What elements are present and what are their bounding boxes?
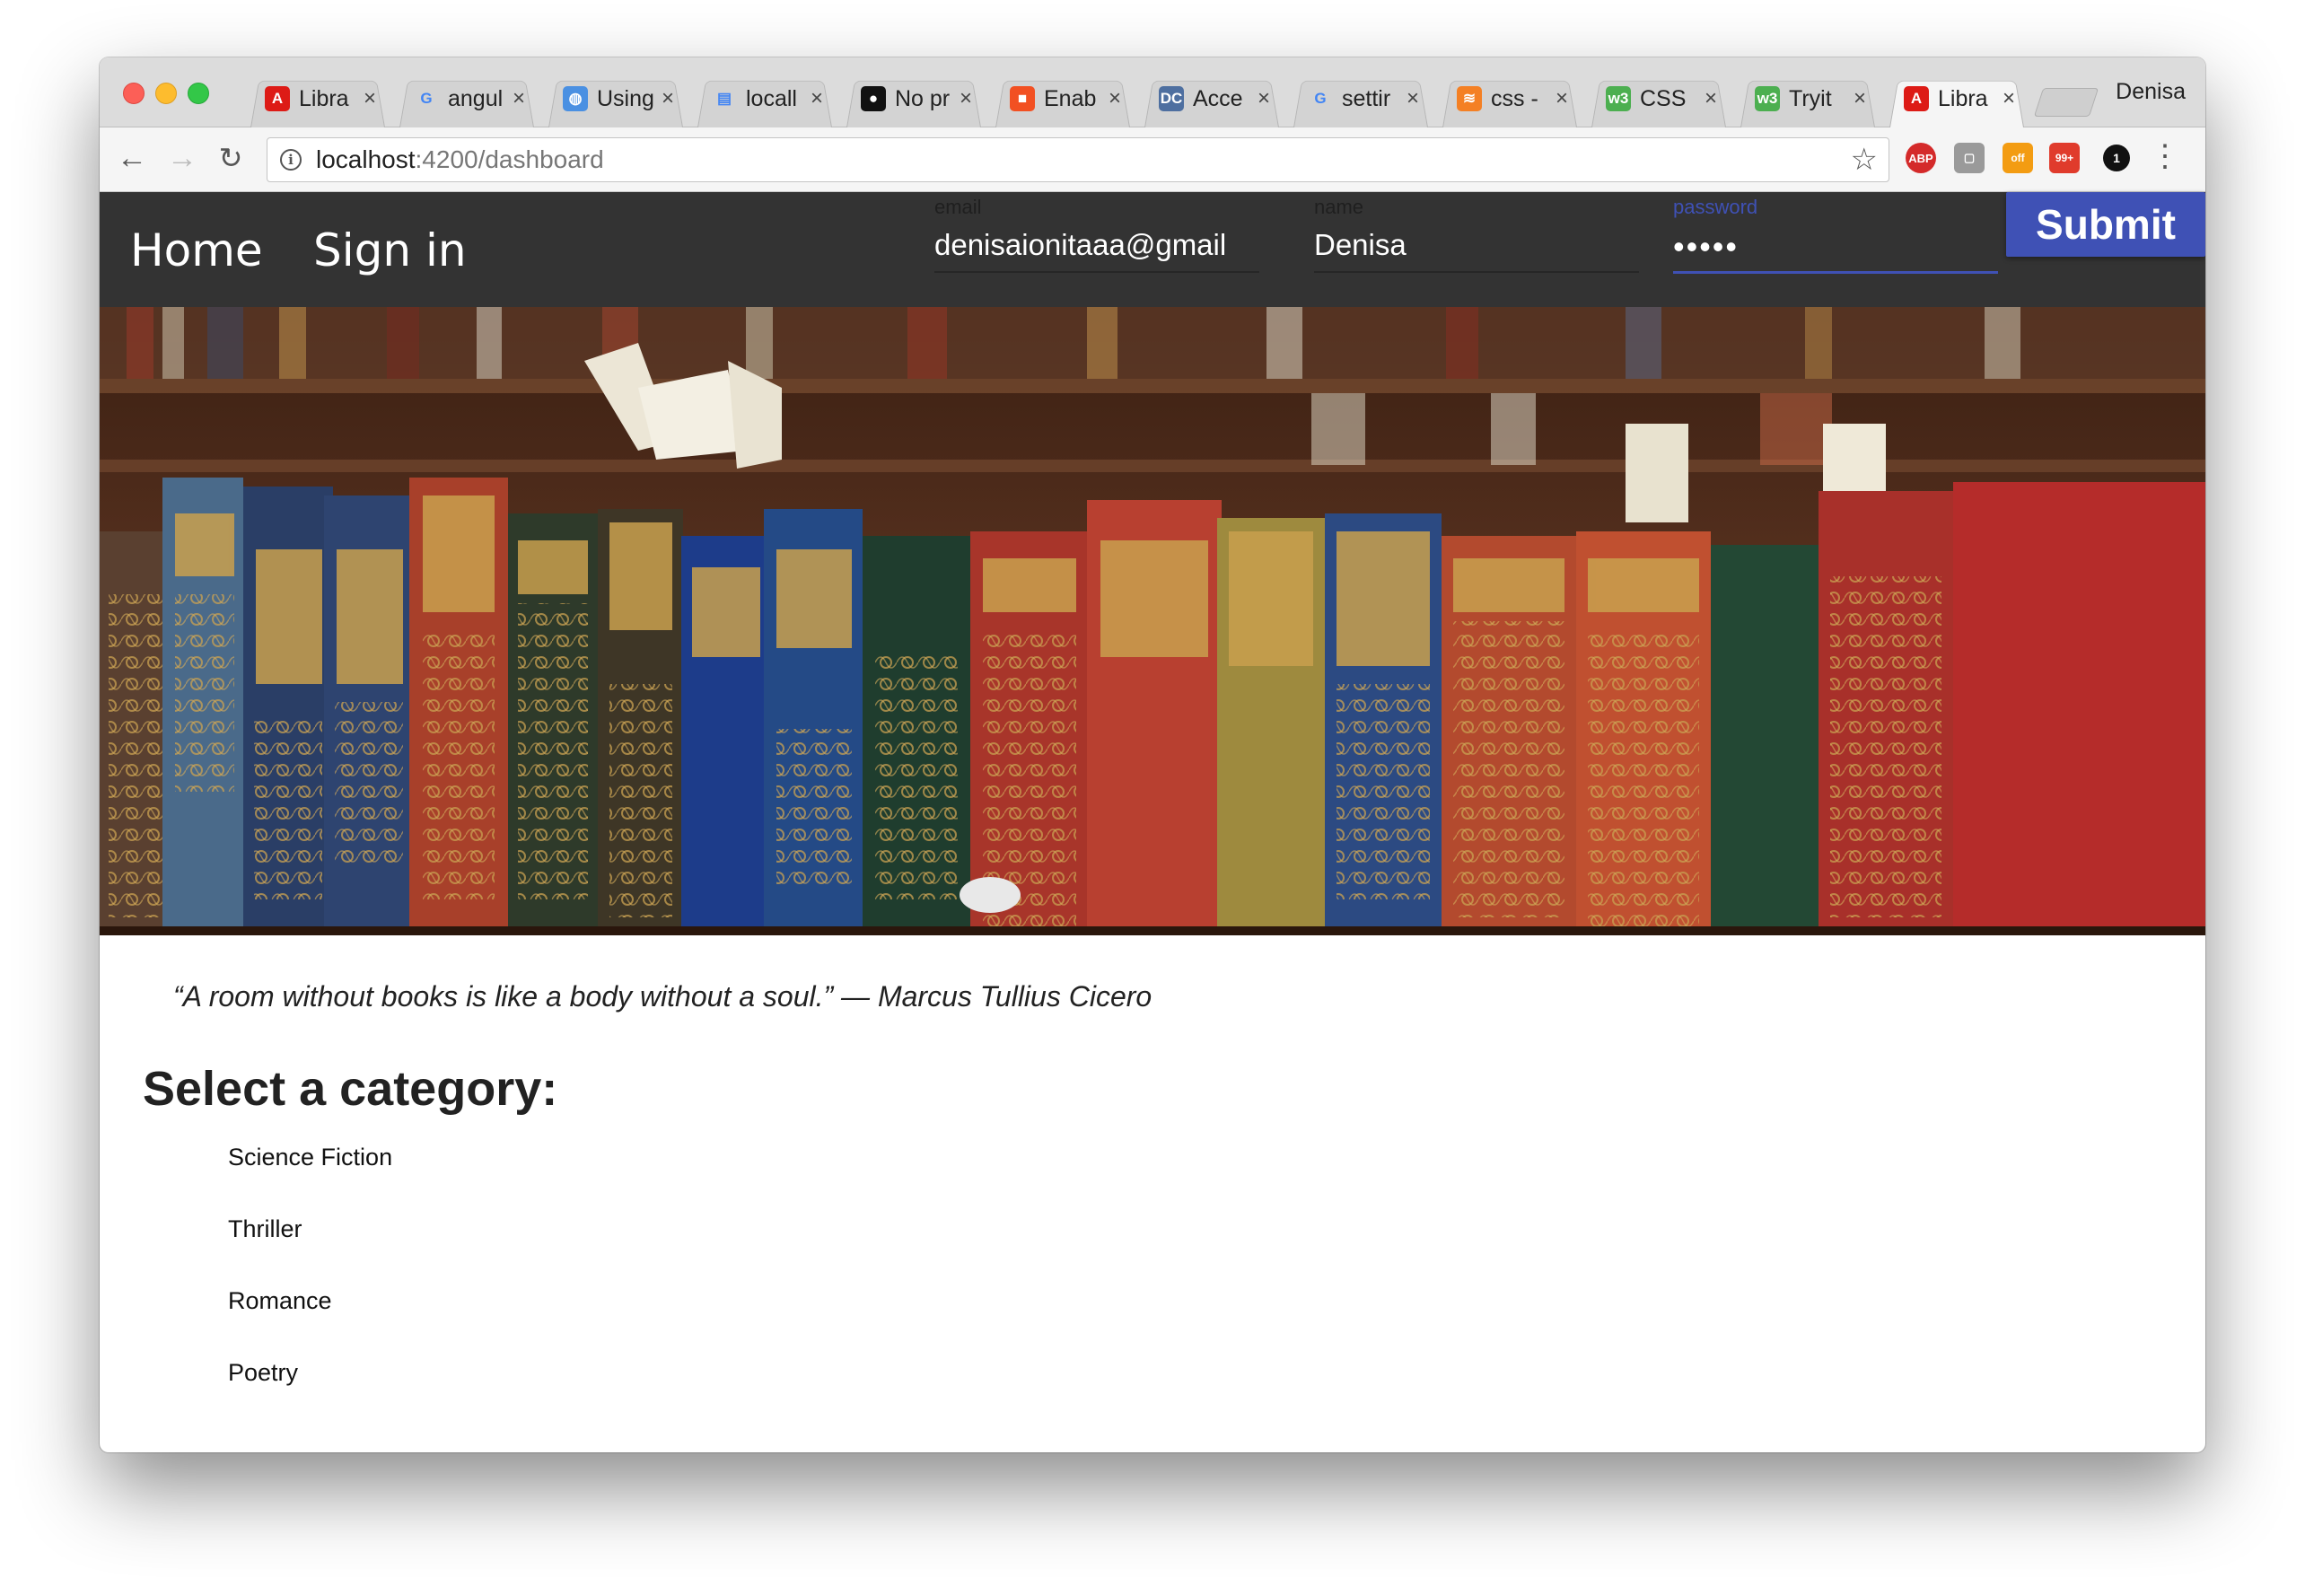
- w3schools-icon: w3: [1755, 86, 1780, 111]
- email-underline: [934, 271, 1259, 273]
- name-input[interactable]: Denisa: [1314, 228, 1639, 262]
- tab-strip: A Libra × Gangul × ◍ Using × ▤ locall × ● No pr × ■ Ena…: [100, 57, 2205, 127]
- browser-tab[interactable]: ≋ css - ×: [1435, 70, 1584, 127]
- name-label: name: [1314, 196, 1364, 218]
- tab-close-icon[interactable]: ×: [2003, 86, 2015, 111]
- password-underline: [1673, 271, 1998, 274]
- reload-icon[interactable]: ↻: [213, 140, 249, 176]
- document-icon: ▤: [716, 90, 732, 107]
- browser-tab[interactable]: DC Acce ×: [1137, 70, 1286, 127]
- window-maximize-button[interactable]: [188, 83, 209, 104]
- extension-off-icon[interactable]: off: [2003, 143, 2033, 173]
- tab-list: A Libra × Gangul × ◍ Using × ▤ locall × ● No pr × ■ Ena…: [243, 70, 2031, 127]
- password-label: password: [1673, 196, 1758, 218]
- url-path: :4200/dashboard: [415, 145, 604, 173]
- browser-tab[interactable]: A Libra ×: [243, 70, 392, 127]
- tab-title: settir: [1342, 85, 1391, 111]
- password-field[interactable]: password •••••: [1673, 192, 1998, 307]
- tab-close-icon[interactable]: ×: [1854, 86, 1866, 111]
- tab-title: Using: [597, 85, 654, 111]
- category-item[interactable]: Poetry: [228, 1353, 392, 1425]
- tab-close-icon[interactable]: ×: [811, 86, 823, 111]
- tab-close-icon[interactable]: ×: [1705, 86, 1717, 111]
- category-item[interactable]: Science Fiction: [228, 1137, 392, 1209]
- password-input[interactable]: •••••: [1673, 228, 1998, 266]
- quote-text: “A room without books is like a body wit…: [173, 980, 1152, 1013]
- name-field[interactable]: name Denisa: [1314, 192, 1639, 307]
- tab-title: locall: [746, 85, 797, 111]
- tab-close-icon[interactable]: ×: [1258, 86, 1270, 111]
- tab-close-icon[interactable]: ×: [1109, 86, 1121, 111]
- tab-title: CSS: [1640, 85, 1687, 111]
- browser-tab[interactable]: ◍ Using ×: [541, 70, 690, 127]
- nav-signin-link[interactable]: Sign in: [313, 224, 467, 276]
- w3schools-icon: w3: [1606, 86, 1631, 111]
- extension-icon[interactable]: ▢: [1954, 143, 1985, 173]
- url-host: localhost: [316, 145, 416, 173]
- browser-tab[interactable]: w3 CSS ×: [1584, 70, 1733, 127]
- angular-icon: A: [1904, 86, 1929, 111]
- globe-icon: ◍: [563, 86, 588, 111]
- browser-menu-icon[interactable]: ⋮: [2150, 138, 2180, 174]
- tab-title: Acce: [1193, 85, 1243, 111]
- browser-tab[interactable]: ● No pr ×: [839, 70, 988, 127]
- password-manager-icon[interactable]: 1: [2103, 145, 2130, 171]
- tab-title: css -: [1491, 85, 1538, 111]
- browser-tab[interactable]: ▤ locall ×: [690, 70, 839, 127]
- github-icon: ●: [861, 86, 886, 111]
- profile-name[interactable]: Denisa: [2116, 79, 2186, 105]
- forward-arrow-icon[interactable]: →: [164, 140, 200, 176]
- bookshelf-illustration: [100, 307, 2205, 935]
- browser-tab[interactable]: w3 Tryit ×: [1733, 70, 1882, 127]
- bookshelf-banner-image: [100, 307, 2205, 935]
- tab-title: Libra: [1938, 85, 1988, 111]
- tab-title: Libra: [299, 85, 349, 111]
- tab-close-icon[interactable]: ×: [662, 86, 674, 111]
- bookmark-star-icon[interactable]: ☆: [1851, 142, 1878, 178]
- app-header: Home Sign in email denisaionitaaa@gmail …: [100, 192, 2205, 307]
- info-icon[interactable]: i: [280, 149, 302, 171]
- email-input[interactable]: denisaionitaaa@gmail: [934, 228, 1259, 262]
- browser-toolbar: ← → ↻ i localhost:4200/dashboard ☆ ABP ▢…: [100, 127, 2205, 192]
- browser-tab[interactable]: A Libra ×: [1882, 70, 2031, 127]
- browser-tab[interactable]: Gangul ×: [392, 70, 541, 127]
- dc-icon: DC: [1159, 86, 1184, 111]
- tab-close-icon[interactable]: ×: [513, 86, 525, 111]
- section-title: Select a category:: [143, 1062, 558, 1116]
- tab-close-icon[interactable]: ×: [364, 86, 376, 111]
- email-field[interactable]: email denisaionitaaa@gmail: [934, 192, 1259, 307]
- stackoverflow-icon: ≋: [1457, 86, 1482, 111]
- address-bar[interactable]: i localhost:4200/dashboard ☆: [267, 137, 1889, 182]
- window-close-button[interactable]: [123, 83, 145, 104]
- google-icon: G: [420, 90, 433, 107]
- tab-close-icon[interactable]: ×: [960, 86, 972, 111]
- angular-icon: A: [265, 86, 290, 111]
- category-list: Science Fiction Thriller Romance Poetry: [228, 1137, 392, 1425]
- tab-title: Tryit: [1789, 85, 1832, 111]
- tab-close-icon[interactable]: ×: [1556, 86, 1568, 111]
- back-arrow-icon[interactable]: ←: [114, 140, 150, 176]
- tab-title: No pr: [895, 85, 951, 111]
- microsoft-icon: ■: [1010, 86, 1035, 111]
- adblock-icon[interactable]: ABP: [1906, 143, 1936, 173]
- submit-button[interactable]: Submit: [2006, 192, 2205, 257]
- category-item[interactable]: Thriller: [228, 1209, 392, 1281]
- browser-tab[interactable]: ■ Enab ×: [988, 70, 1137, 127]
- new-tab-button[interactable]: [2033, 88, 2099, 117]
- tab-title: angul: [448, 85, 504, 111]
- notification-badge-icon[interactable]: 99+: [2049, 143, 2080, 173]
- name-underline: [1314, 271, 1639, 273]
- browser-tab[interactable]: Gsettir ×: [1286, 70, 1435, 127]
- nav-home-link[interactable]: Home: [130, 224, 263, 276]
- tab-close-icon[interactable]: ×: [1407, 86, 1419, 111]
- window-minimize-button[interactable]: [155, 83, 177, 104]
- email-label: email: [934, 196, 982, 218]
- category-item[interactable]: Romance: [228, 1281, 392, 1353]
- google-icon: G: [1314, 90, 1327, 107]
- tab-title: Enab: [1044, 85, 1097, 111]
- browser-window: A Libra × Gangul × ◍ Using × ▤ locall × ● No pr × ■ Ena…: [100, 57, 2205, 1452]
